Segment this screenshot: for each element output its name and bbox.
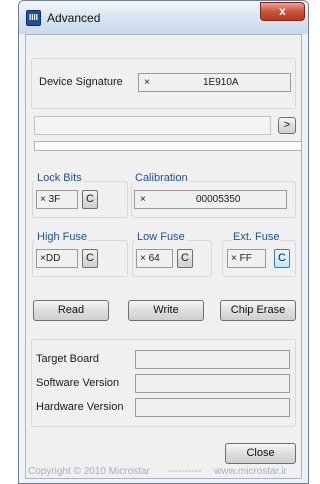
lock-bits-value: 3F [48, 194, 61, 205]
low-fuse-legend: Low Fuse [135, 231, 187, 243]
ext-fuse-legend: Ext. Fuse [231, 231, 282, 243]
software-version-field [135, 374, 290, 393]
high-fuse-legend: High Fuse [35, 231, 90, 243]
calibration-legend: Calibration [133, 172, 190, 184]
lock-bits-c-button[interactable]: C [82, 190, 98, 209]
read-button[interactable]: Read [33, 300, 109, 321]
title-bar[interactable]: IIII Advanced x [19, 1, 308, 34]
file-path-field[interactable] [34, 116, 271, 135]
calibration-value: 00005350 [196, 194, 241, 205]
hardware-version-field [135, 398, 290, 417]
low-fuse-c-button[interactable]: C [177, 249, 193, 268]
target-board-label: Target Board [36, 353, 99, 365]
footer-separator: ---------- [168, 466, 202, 477]
calibration-prefix: × [140, 194, 146, 205]
website-link[interactable]: www.microstar.ir [214, 466, 287, 477]
high-fuse-c-button[interactable]: C [82, 249, 98, 268]
progress-bar [34, 141, 302, 151]
device-signature-prefix: × [144, 77, 150, 88]
ext-fuse-prefix: × [231, 253, 237, 264]
info-panel: Target Board Software Version Hardware V… [31, 339, 296, 427]
lock-bits-legend: Lock Bits [35, 172, 84, 184]
copyright-text: Copyright © 2010 Microstar [28, 466, 150, 477]
device-signature-panel: Device Signature × 1E910A [31, 58, 296, 109]
target-board-field [135, 350, 290, 369]
device-signature-label: Device Signature [39, 76, 123, 88]
device-signature-value: 1E910A [203, 77, 239, 88]
close-button[interactable]: Close [225, 443, 296, 464]
calibration-field: × 00005350 [134, 190, 287, 209]
app-icon: IIII [26, 10, 41, 26]
device-signature-field: × 1E910A [138, 73, 291, 92]
advanced-window: IIII Advanced x Device Signature × 1E910A… [18, 0, 309, 484]
lock-bits-field[interactable]: × 3F [36, 190, 78, 209]
software-version-label: Software Version [36, 377, 120, 389]
ext-fuse-value: FF [239, 253, 252, 264]
low-fuse-field[interactable]: × 64 [136, 249, 173, 268]
window-title: Advanced [47, 11, 101, 25]
low-fuse-prefix: × [140, 253, 146, 264]
lock-bits-prefix: × [40, 194, 46, 205]
window-close-button[interactable]: x [260, 2, 305, 21]
browse-button[interactable]: > [278, 117, 296, 134]
high-fuse-field[interactable]: ×DD [36, 249, 78, 268]
hardware-version-label: Hardware Version [36, 401, 124, 413]
ext-fuse-field[interactable]: × FF [227, 249, 266, 268]
dialog-body: Device Signature × 1E910A > Lock Bits × 3… [25, 34, 302, 479]
high-fuse-value: DD [45, 253, 61, 264]
ext-fuse-c-button[interactable]: C [274, 249, 290, 268]
low-fuse-value: 64 [148, 253, 160, 264]
chip-erase-button[interactable]: Chip Erase [220, 300, 296, 321]
write-button[interactable]: Write [128, 300, 204, 321]
